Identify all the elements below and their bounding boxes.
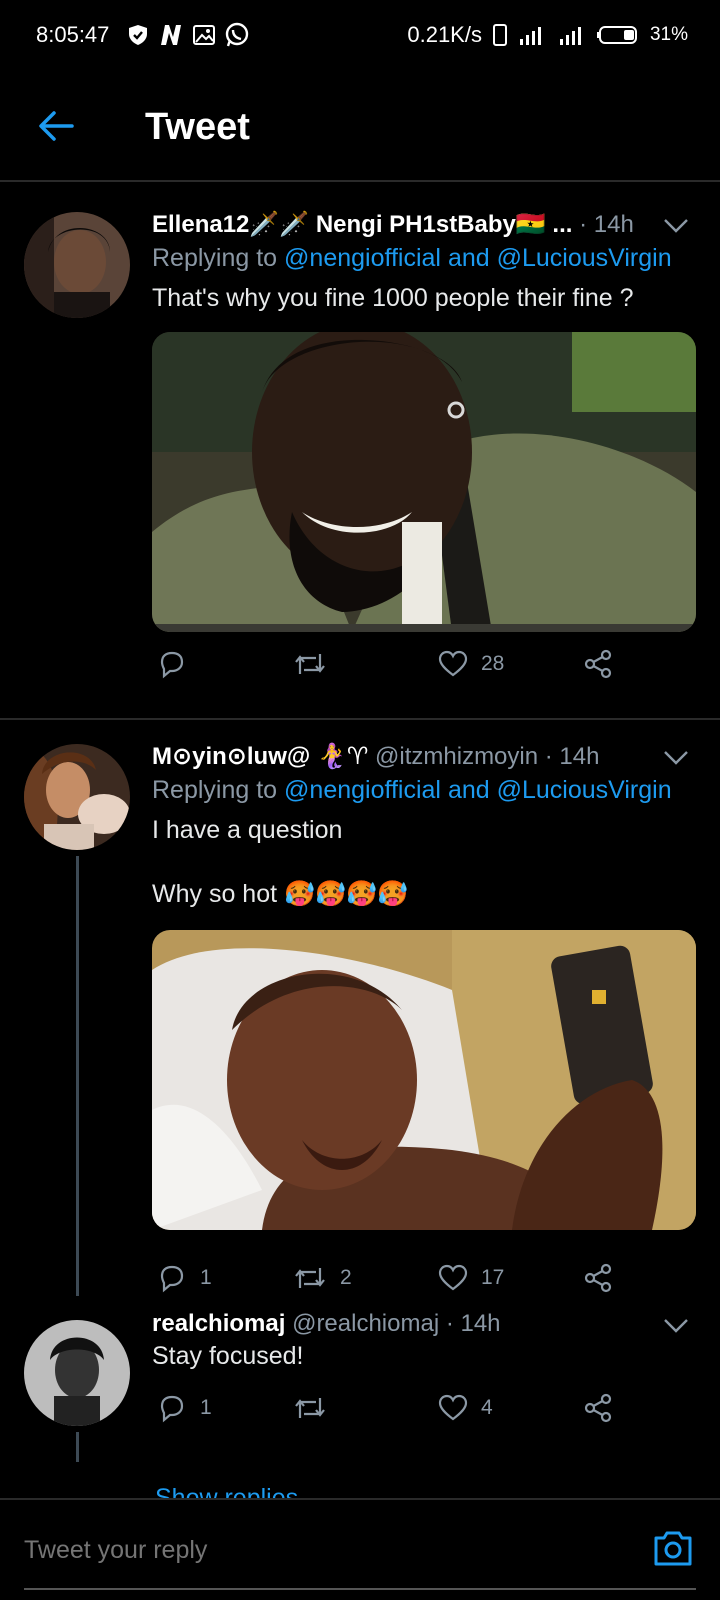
share-button[interactable]: [582, 1262, 614, 1294]
retweet-count: 2: [340, 1266, 352, 1289]
tweet-text: That's why you fine 1000 people their fi…: [152, 284, 634, 312]
mention-link[interactable]: @LuciousVirgin: [497, 776, 672, 804]
tweet-author-name[interactable]: realchiomaj: [152, 1310, 285, 1337]
tweet[interactable]: realchiomaj @realchiomaj · 14h Stay focu…: [0, 1310, 720, 1498]
share-icon: [584, 1263, 612, 1293]
like-button[interactable]: 4: [437, 1392, 493, 1424]
share-button[interactable]: [582, 1392, 614, 1424]
tweet-author-handle[interactable]: @itzmhizmoyin: [368, 743, 538, 770]
reply-icon: [160, 651, 184, 679]
reply-button[interactable]: [156, 648, 200, 680]
retweet-icon: [295, 1398, 325, 1418]
reply-icon: [160, 1265, 184, 1293]
tweet-media-image[interactable]: [152, 332, 696, 632]
thread-line: [76, 1432, 79, 1462]
back-arrow-icon[interactable]: [36, 106, 76, 146]
net-speed: 0.21K/s: [407, 22, 482, 47]
tweet-time: 14h: [593, 211, 634, 238]
tweet-text: I have a question Why so hot 🥵🥵🥵🥵: [152, 816, 409, 908]
avatar[interactable]: [24, 744, 130, 850]
like-button[interactable]: 17: [437, 1262, 504, 1294]
replying-to: Replying to @nengiofficial and @LuciousV…: [152, 244, 672, 272]
thread-line: [76, 856, 79, 1296]
camera-icon[interactable]: [652, 1528, 694, 1568]
avatar[interactable]: [24, 212, 130, 318]
chevron-down-icon[interactable]: [662, 748, 690, 768]
status-bar: 8:05:47 0.21K/s 31%: [0, 0, 720, 72]
netflix-icon: [161, 25, 181, 45]
replying-to: Replying to @nengiofficial and @LuciousV…: [152, 776, 672, 804]
battery-percent: 31%: [649, 24, 688, 45]
heart-icon: [438, 1264, 468, 1291]
battery-icon: [596, 26, 637, 44]
like-count: 4: [481, 1396, 493, 1419]
retweet-icon: [295, 1268, 325, 1288]
tweet-actions: 1 2 17: [152, 1262, 612, 1302]
tweet-text: Stay focused!: [152, 1342, 304, 1370]
tweet-media-image[interactable]: [152, 930, 696, 1230]
retweet-button[interactable]: [292, 1392, 340, 1424]
mention-link[interactable]: @LuciousVirgin: [497, 244, 672, 272]
retweet-button[interactable]: [292, 648, 340, 680]
tweet-time: 14h: [559, 743, 600, 770]
tweet-author-handle[interactable]: @realchiomaj: [285, 1310, 439, 1337]
heart-icon: [438, 1394, 468, 1421]
share-icon: [584, 649, 612, 679]
signal-icon: [519, 27, 541, 45]
share-icon: [584, 1393, 612, 1423]
reply-icon: [160, 1395, 184, 1423]
like-count: 17: [481, 1266, 505, 1289]
reply-count: 1: [200, 1266, 212, 1289]
like-button[interactable]: 28: [437, 648, 504, 680]
like-count: 28: [481, 652, 505, 675]
mention-link[interactable]: @nengiofficial: [284, 776, 441, 804]
tweet-author-name[interactable]: Ellena12🗡️🗡️ Nengi PH1stBaby🇬🇭 ...: [152, 211, 572, 238]
shield-icon: [129, 25, 147, 45]
tweet-author-name[interactable]: M⊙yin⊙luw@ 🧜‍♀️♈: [152, 743, 368, 770]
tweet[interactable]: Ellena12🗡️🗡️ Nengi PH1stBaby🇬🇭 ... · 14h…: [0, 188, 720, 718]
whatsapp-icon: [225, 22, 249, 47]
retweet-button[interactable]: 2: [292, 1262, 352, 1294]
app-header: Tweet: [0, 72, 720, 182]
reply-composer: [0, 1498, 720, 1600]
tweet-time: 14h: [460, 1310, 501, 1337]
divider: [24, 1588, 696, 1590]
tweet-actions: 1 4: [152, 1392, 612, 1432]
mention-link[interactable]: @nengiofficial: [284, 244, 441, 272]
share-button[interactable]: [582, 648, 614, 680]
status-time: 8:05:47: [36, 22, 110, 47]
gallery-icon: [193, 25, 215, 45]
tweet[interactable]: M⊙yin⊙luw@ 🧜‍♀️♈ @itzmhizmoyin · 14h Rep…: [0, 720, 720, 1300]
retweet-icon: [295, 654, 325, 674]
reply-button[interactable]: 1: [156, 1262, 212, 1294]
reply-count: 1: [200, 1396, 212, 1419]
signal-icon-2: [559, 27, 581, 45]
chevron-down-icon[interactable]: [662, 1316, 690, 1336]
vibrate-icon: [492, 24, 507, 46]
avatar[interactable]: [24, 1320, 130, 1426]
chevron-down-icon[interactable]: [662, 216, 690, 236]
reply-button[interactable]: 1: [156, 1392, 212, 1424]
reply-input[interactable]: [24, 1528, 604, 1572]
tweet-actions: 28: [152, 648, 612, 688]
heart-icon: [438, 650, 468, 677]
page-title: Tweet: [145, 106, 250, 148]
